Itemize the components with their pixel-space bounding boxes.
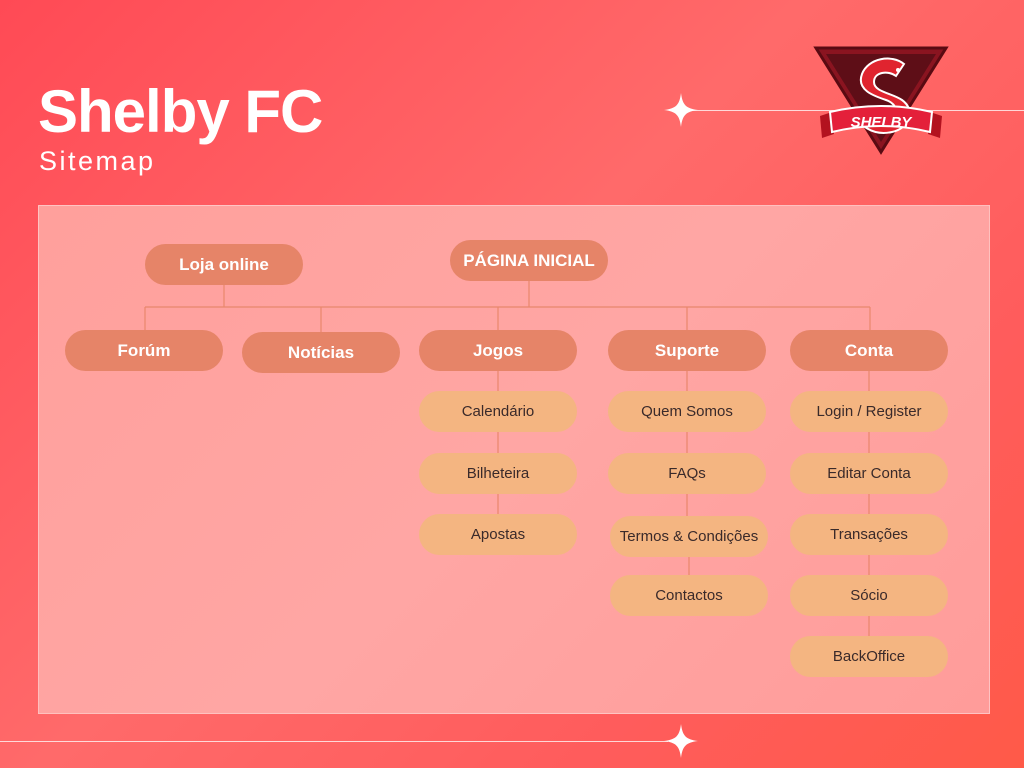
sitemap-section-conta[interactable]: Conta — [790, 330, 948, 371]
page-title: Shelby FC — [38, 78, 323, 145]
bottom-divider-line — [0, 741, 668, 742]
shelby-logo: SHELBY — [813, 46, 949, 155]
logo-text: SHELBY — [851, 114, 914, 131]
sitemap-page-calendario[interactable]: Calendário — [419, 391, 577, 432]
sitemap-page-termos[interactable]: Termos & Condições — [610, 516, 768, 557]
sitemap-page-backoffice[interactable]: BackOffice — [790, 636, 948, 677]
sitemap-page-editar-conta[interactable]: Editar Conta — [790, 453, 948, 494]
sitemap-section-jogos[interactable]: Jogos — [419, 330, 577, 371]
sitemap-section-noticias[interactable]: Notícias — [242, 332, 400, 373]
sitemap-page-login-register[interactable]: Login / Register — [790, 391, 948, 432]
sitemap-node-side[interactable]: Loja online — [145, 244, 303, 285]
sparkle-icon — [664, 93, 698, 127]
sitemap-node-root[interactable]: PÁGINA INICIAL — [450, 240, 608, 281]
sitemap-page-bilheteira[interactable]: Bilheteira — [419, 453, 577, 494]
sitemap-page-socio[interactable]: Sócio — [790, 575, 948, 616]
sitemap-panel: Loja online PÁGINA INICIAL Forúm Notícia… — [38, 205, 990, 714]
sitemap-page-transacoes[interactable]: Transações — [790, 514, 948, 555]
sitemap-section-suporte[interactable]: Suporte — [608, 330, 766, 371]
sitemap-section-forum[interactable]: Forúm — [65, 330, 223, 371]
sparkle-icon — [664, 724, 698, 758]
sitemap-page-contactos[interactable]: Contactos — [610, 575, 768, 616]
sitemap-page-quem-somos[interactable]: Quem Somos — [608, 391, 766, 432]
sitemap-page-faqs[interactable]: FAQs — [608, 453, 766, 494]
sitemap-page-apostas[interactable]: Apostas — [419, 514, 577, 555]
page-subtitle: Sitemap — [39, 146, 156, 176]
